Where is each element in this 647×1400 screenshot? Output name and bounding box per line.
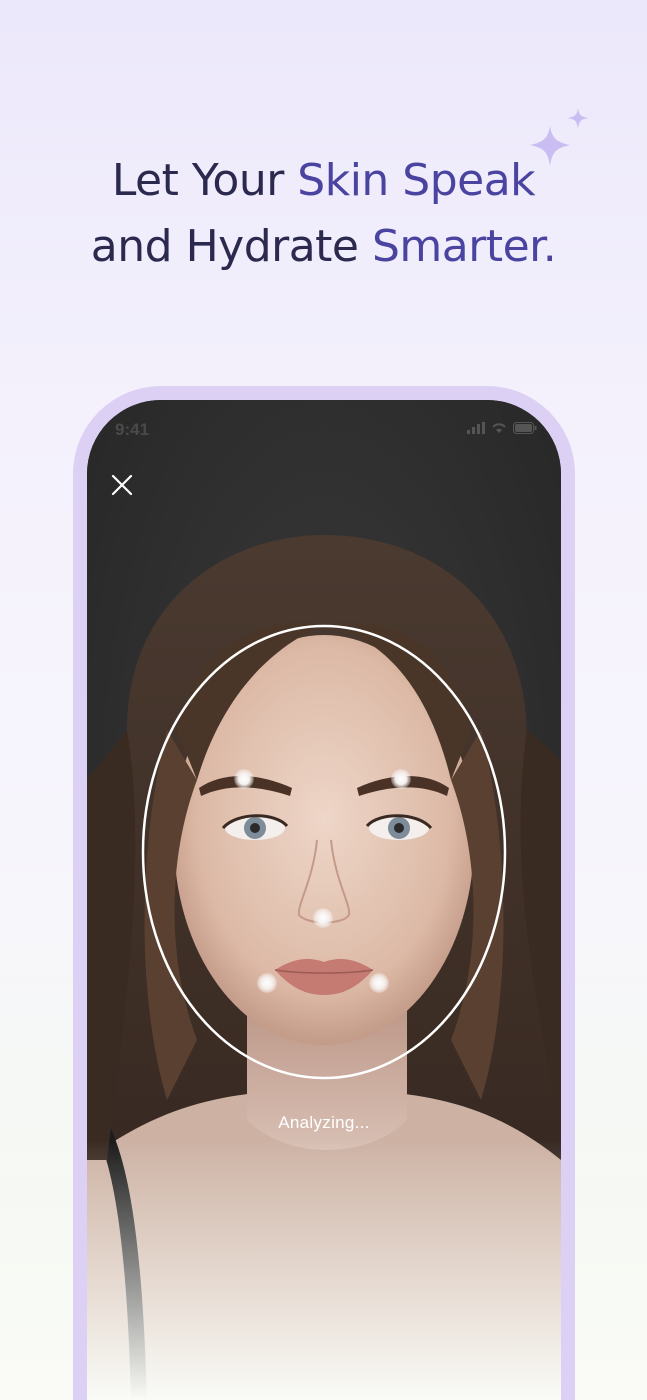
headline-line-2-plain: and Hydrate (90, 221, 372, 272)
landmark-dot (257, 973, 277, 993)
close-icon (111, 474, 133, 496)
landmark-dot (369, 973, 389, 993)
landmark-dot (234, 769, 254, 789)
battery-icon (513, 422, 537, 434)
status-icons (467, 422, 537, 434)
wifi-icon (492, 423, 506, 433)
signal-icon (467, 422, 485, 434)
phone-screen: 9:41 Analyzing... (87, 400, 561, 1400)
sparkle-icon (528, 104, 598, 174)
scan-status-text: Analyzing... (278, 1113, 370, 1132)
headline-line-2-accent: Smarter. (371, 221, 557, 272)
landmark-dot (313, 908, 333, 928)
status-time: 9:41 (115, 420, 150, 439)
close-button[interactable] (109, 472, 135, 498)
headline-line-1-plain: Let Your (111, 155, 298, 206)
headline-line-1-accent: Skin Speak (297, 155, 536, 206)
headline-line-2: and Hydrate Smarter. (0, 214, 647, 280)
status-bar: 9:41 (87, 400, 561, 460)
landmark-dot (391, 769, 411, 789)
bottom-fade (87, 1140, 561, 1400)
